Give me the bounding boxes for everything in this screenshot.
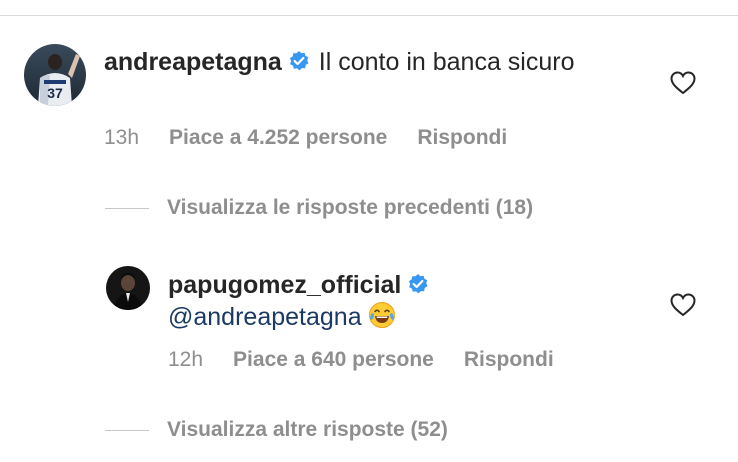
avatar[interactable]: 37 [24,44,86,106]
mention-link[interactable]: @andreapetagna [168,303,362,331]
comment-likes[interactable]: Piace a 4.252 persone [169,126,387,149]
divider-line [105,429,149,431]
heart-icon[interactable] [670,293,696,317]
tears-of-joy-emoji-icon [368,301,396,329]
reply-timestamp[interactable]: 12h [168,348,203,371]
reply-avatar[interactable] [106,266,150,310]
comment-meta: 13h Piace a 4.252 persone Rispondi [104,126,507,150]
comment-reply-button[interactable]: Rispondi [417,126,507,149]
verified-badge-icon [407,271,429,294]
reply-username[interactable]: papugomez_official [168,271,401,299]
comment-text: andreapetagna Il conto in banca sicuro [104,46,624,79]
verified-badge-icon [288,48,310,71]
reply-text: papugomez_official @andreapetagna [168,269,588,333]
heart-icon[interactable] [670,71,696,95]
view-previous-replies-button[interactable]: Visualizza le risposte precedenti (18) [105,196,533,226]
divider-line [105,207,149,209]
view-previous-replies-label: Visualizza le risposte precedenti (18) [167,196,534,219]
view-more-replies-button[interactable]: Visualizza altre risposte (52) [105,418,448,448]
reply: papugomez_official @andreapetagna 12h Pia… [106,266,714,386]
comment-username[interactable]: andreapetagna [104,48,282,76]
comment-timestamp[interactable]: 13h [104,126,139,149]
top-divider [0,15,738,16]
reply-likes[interactable]: Piace a 640 persone [233,348,434,371]
comment: 37 andreapetagna Il conto in banca sicur… [24,44,714,164]
jersey-number: 37 [47,85,63,101]
comment-body: Il conto in banca sicuro [318,48,575,76]
reply-meta: 12h Piace a 640 persone Rispondi [168,348,554,372]
view-more-replies-label: Visualizza altre risposte (52) [167,418,448,441]
reply-reply-button[interactable]: Rispondi [464,348,554,371]
